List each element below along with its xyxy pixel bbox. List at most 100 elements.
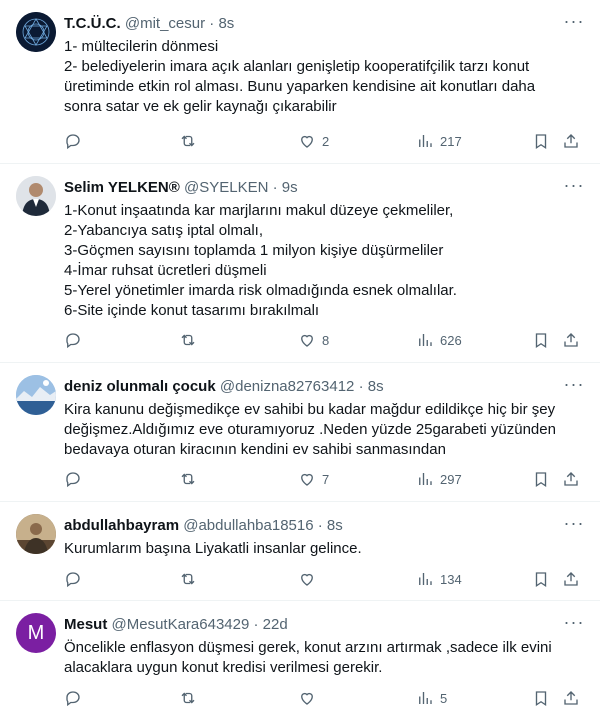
reply-button[interactable] (64, 569, 88, 589)
more-options-icon[interactable]: ··· (562, 12, 586, 34)
like-button[interactable]: 8 (298, 330, 329, 350)
timestamp[interactable]: 22d (263, 616, 288, 633)
reply-button[interactable] (64, 131, 88, 151)
bookmark-icon (535, 134, 547, 150)
more-options-icon[interactable]: ··· (562, 514, 586, 536)
user-handle[interactable]: @SYELKEN (184, 179, 268, 196)
reply-button[interactable] (64, 688, 88, 708)
bookmark-button[interactable] (532, 131, 550, 151)
share-button[interactable] (562, 688, 580, 708)
tweet-text: 1- mültecilerin dönmesi 2- belediyelerin… (64, 37, 584, 117)
like-count: 8 (322, 332, 330, 348)
avatar[interactable] (16, 176, 56, 216)
tweet-text: Kurumlarım başına Liyakatli insanlar gel… (64, 539, 584, 559)
bookmark-button[interactable] (532, 469, 550, 489)
display-name[interactable]: Selim YELKEN® (64, 179, 180, 196)
views-button[interactable]: 217 (416, 131, 462, 151)
retweet-button[interactable] (179, 131, 203, 151)
share-button[interactable] (562, 330, 580, 350)
display-name[interactable]: Mesut (64, 616, 107, 633)
separator-dot: · (358, 378, 364, 395)
views-button[interactable]: 297 (416, 469, 462, 489)
tweet-line: sonra satar ve ek gelir kaynağı çıkarabi… (64, 98, 337, 115)
views-button[interactable]: 5 (416, 688, 447, 708)
retweet-button[interactable] (179, 688, 203, 708)
bookmark-button[interactable] (532, 569, 550, 589)
avatar[interactable] (16, 514, 56, 554)
tweet-line: bedavaya oturan kiracının kendini ev sah… (64, 441, 446, 458)
retweet-icon (181, 135, 195, 147)
view-count: 5 (440, 690, 448, 706)
avatar-letter: M (27, 622, 45, 644)
more-options-icon[interactable]: ··· (562, 375, 586, 397)
user-handle[interactable]: @mit_cesur (125, 15, 205, 32)
timestamp[interactable]: 9s (282, 179, 298, 196)
avatar[interactable] (16, 375, 56, 415)
tweet-actions: 134 (64, 569, 584, 591)
like-button[interactable] (298, 569, 322, 589)
timestamp[interactable]: 8s (368, 378, 384, 395)
reply-icon (66, 134, 80, 150)
tweet-actions: 5 (64, 688, 584, 710)
bookmark-button[interactable] (532, 688, 550, 708)
like-count: 7 (322, 471, 330, 487)
retweet-icon (181, 334, 195, 346)
more-options-icon[interactable]: ··· (562, 613, 586, 635)
tweet[interactable]: abdullahbayram @abdullahba18516 · 8s ···… (0, 502, 600, 601)
display-name[interactable]: T.C.Ü.C. (64, 15, 121, 32)
bar-chart-icon (419, 473, 432, 485)
tweet-line: Öncelikle enflasyon düşmesi gerek, konut… (64, 639, 552, 656)
bookmark-button[interactable] (532, 330, 550, 350)
timestamp[interactable]: 8s (218, 15, 234, 32)
user-handle[interactable]: @MesutKara643429 (112, 616, 250, 633)
share-icon (564, 134, 578, 148)
tweet-line: 4-İmar ruhsat ücretleri düşmeli (64, 262, 267, 279)
bookmark-icon (535, 691, 547, 707)
like-count: 2 (322, 133, 330, 149)
separator-dot: · (209, 15, 215, 32)
reply-button[interactable] (64, 469, 88, 489)
display-name[interactable]: abdullahbayram (64, 517, 179, 534)
like-button[interactable]: 7 (298, 469, 329, 489)
user-handle[interactable]: @denizna82763412 (220, 378, 355, 395)
bar-chart-icon (419, 135, 432, 147)
tweet-actions: 2 217 (64, 131, 584, 153)
bookmark-icon (535, 333, 547, 349)
bar-chart-icon (419, 334, 432, 346)
bookmark-icon (535, 472, 547, 488)
share-button[interactable] (562, 131, 580, 151)
tweet[interactable]: M Mesut @MesutKara643429 · 22d ··· Öncel… (0, 601, 600, 723)
tweet[interactable]: Selim YELKEN® @SYELKEN · 9s ··· 1-Konut … (0, 164, 600, 363)
reply-button[interactable] (64, 330, 88, 350)
views-button[interactable]: 134 (416, 569, 462, 589)
timestamp[interactable]: 8s (327, 517, 343, 534)
display-name[interactable]: deniz olunmalı çocuk (64, 378, 216, 395)
tweet-text: Öncelikle enflasyon düşmesi gerek, konut… (64, 638, 584, 678)
tweet[interactable]: deniz olunmalı çocuk @denizna82763412 · … (0, 363, 600, 502)
retweet-button[interactable] (179, 469, 203, 489)
view-count: 297 (440, 471, 462, 487)
heart-icon (301, 135, 313, 148)
like-button[interactable]: 2 (298, 131, 329, 151)
share-button[interactable] (562, 569, 580, 589)
tweet-header: deniz olunmalı çocuk @denizna82763412 · … (64, 377, 384, 397)
tweet-line: 6-Site içinde konut tasarımı bırakılmalı (64, 302, 320, 319)
like-button[interactable] (298, 688, 322, 708)
avatar[interactable]: M (16, 613, 56, 653)
tweet[interactable]: T.C.Ü.C. @mit_cesur · 8s ··· 1- mültecil… (0, 0, 600, 164)
retweet-button[interactable] (179, 569, 203, 589)
reply-icon (66, 572, 80, 588)
retweet-button[interactable] (179, 330, 203, 350)
share-button[interactable] (562, 469, 580, 489)
views-button[interactable]: 626 (416, 330, 462, 350)
user-handle[interactable]: @abdullahba18516 (183, 517, 313, 534)
tweet-text: Kira kanunu değişmedikçe ev sahibi bu ka… (64, 400, 584, 460)
heart-icon (301, 692, 313, 705)
share-icon (564, 472, 578, 486)
view-count: 134 (440, 571, 462, 587)
view-count: 217 (440, 133, 462, 149)
reply-icon (66, 472, 80, 488)
more-options-icon[interactable]: ··· (562, 176, 586, 198)
avatar[interactable] (16, 12, 56, 52)
tweet-line: Kurumlarım başına Liyakatli insanlar gel… (64, 540, 362, 557)
